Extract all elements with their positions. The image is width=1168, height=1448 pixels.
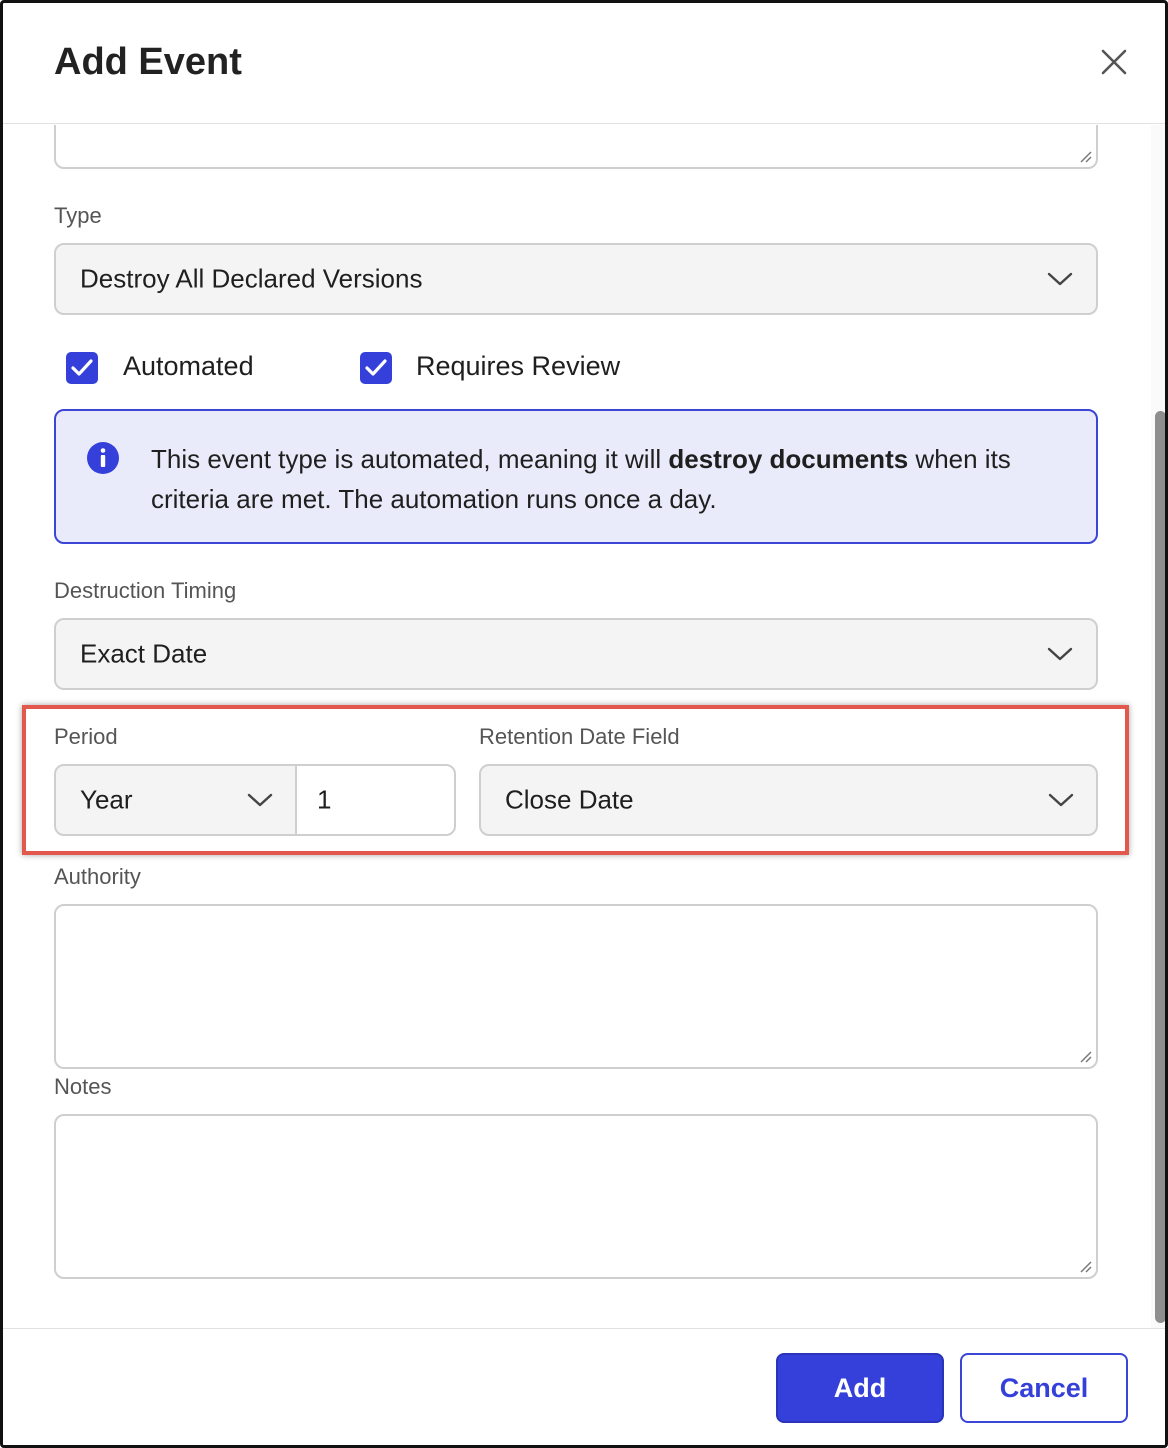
checkmark-icon	[71, 359, 93, 376]
destruction-timing-label: Destruction Timing	[54, 578, 237, 603]
automated-label[interactable]: Automated	[123, 351, 254, 382]
type-label: Type	[54, 203, 102, 228]
chevron-down-icon	[1047, 647, 1073, 661]
automated-checkbox[interactable]	[66, 352, 98, 384]
period-amount-value: 1	[317, 784, 332, 815]
scrollbar-thumb[interactable]	[1155, 411, 1165, 1323]
close-icon	[1101, 49, 1127, 75]
authority-textarea[interactable]	[54, 904, 1098, 1069]
period-amount-input[interactable]: 1	[295, 764, 456, 836]
period-unit-select[interactable]: Year	[54, 764, 297, 836]
destruction-timing-value: Exact Date	[80, 638, 208, 669]
type-select[interactable]: Destroy All Declared Versions	[54, 243, 1098, 315]
notes-textarea[interactable]	[54, 1114, 1098, 1279]
resize-grip-icon[interactable]	[1078, 1049, 1092, 1063]
resize-grip-icon[interactable]	[1078, 149, 1092, 163]
dialog-header: Add Event	[3, 3, 1165, 124]
info-text: This event type is automated, meaning it…	[151, 439, 1081, 519]
close-button[interactable]	[1097, 45, 1131, 79]
dialog-body: Type Destroy All Declared Versions Autom…	[3, 125, 1165, 1328]
requires-review-checkbox[interactable]	[360, 352, 392, 384]
automation-info-box: This event type is automated, meaning it…	[54, 409, 1098, 544]
chevron-down-icon	[1047, 272, 1073, 286]
authority-label: Authority	[54, 864, 141, 889]
resize-grip-icon[interactable]	[1078, 1259, 1092, 1273]
destruction-timing-select[interactable]: Exact Date	[54, 618, 1098, 690]
type-select-value: Destroy All Declared Versions	[80, 263, 423, 294]
chevron-down-icon	[247, 793, 273, 807]
retention-date-field-select[interactable]: Close Date	[479, 764, 1098, 836]
info-icon	[87, 442, 119, 474]
info-text-before: This event type is automated, meaning it…	[151, 444, 669, 474]
cancel-button[interactable]: Cancel	[960, 1353, 1128, 1423]
requires-review-label[interactable]: Requires Review	[416, 351, 620, 382]
info-text-bold: destroy documents	[668, 444, 909, 474]
notes-label: Notes	[54, 1074, 112, 1099]
checkmark-icon	[365, 359, 387, 376]
period-label: Period	[54, 724, 118, 749]
dialog-title: Add Event	[54, 41, 242, 83]
retention-date-field-value: Close Date	[505, 784, 634, 815]
dialog-footer: Add Cancel	[3, 1328, 1165, 1445]
add-event-dialog: Add Event Type Destroy All Declared Vers…	[0, 0, 1168, 1448]
period-unit-value: Year	[80, 784, 133, 815]
retention-date-field-label: Retention Date Field	[479, 724, 680, 749]
description-textarea[interactable]	[54, 125, 1098, 169]
add-button[interactable]: Add	[776, 1353, 944, 1423]
chevron-down-icon	[1048, 793, 1074, 807]
